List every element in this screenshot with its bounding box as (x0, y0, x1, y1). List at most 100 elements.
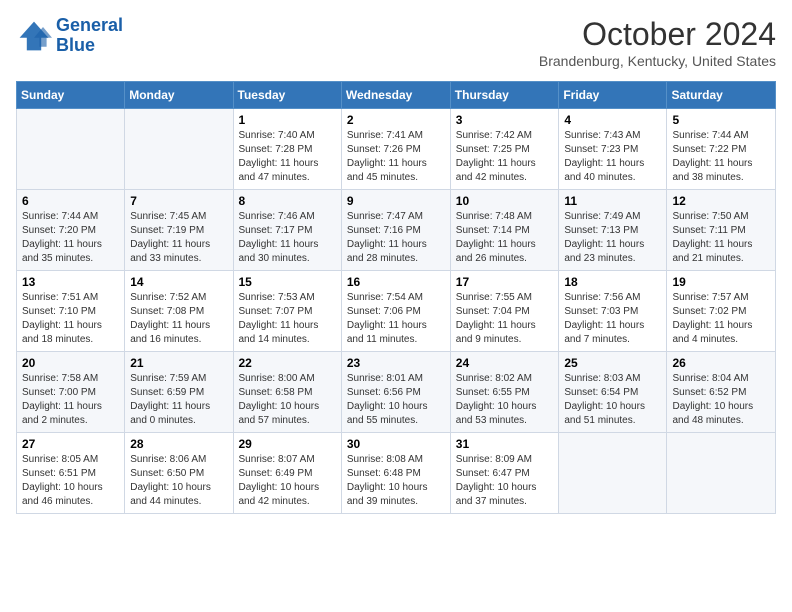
day-detail: Sunrise: 8:06 AM Sunset: 6:50 PM Dayligh… (130, 453, 227, 509)
day-detail: Sunrise: 7:57 AM Sunset: 7:02 PM Dayligh… (672, 291, 770, 347)
day-number: 20 (22, 356, 119, 370)
calendar-cell: 17 Sunrise: 7:55 AM Sunset: 7:04 PM Dayli… (450, 271, 559, 352)
day-detail: Sunrise: 7:55 AM Sunset: 7:04 PM Dayligh… (456, 291, 554, 347)
weekday-header: Tuesday (233, 82, 341, 109)
day-number: 10 (456, 194, 554, 208)
day-number: 5 (672, 113, 770, 127)
day-number: 24 (456, 356, 554, 370)
calendar-week-row: 20 Sunrise: 7:58 AM Sunset: 7:00 PM Dayli… (17, 352, 776, 433)
calendar-cell: 29 Sunrise: 8:07 AM Sunset: 6:49 PM Dayli… (233, 433, 341, 514)
day-number: 7 (130, 194, 227, 208)
calendar-cell: 13 Sunrise: 7:51 AM Sunset: 7:10 PM Dayli… (17, 271, 125, 352)
logo-icon (16, 18, 52, 54)
day-number: 16 (347, 275, 445, 289)
day-detail: Sunrise: 8:09 AM Sunset: 6:47 PM Dayligh… (456, 453, 554, 509)
calendar-week-row: 1 Sunrise: 7:40 AM Sunset: 7:28 PM Daylig… (17, 109, 776, 190)
day-number: 9 (347, 194, 445, 208)
day-detail: Sunrise: 7:45 AM Sunset: 7:19 PM Dayligh… (130, 210, 227, 266)
day-detail: Sunrise: 7:54 AM Sunset: 7:06 PM Dayligh… (347, 291, 445, 347)
day-detail: Sunrise: 7:44 AM Sunset: 7:22 PM Dayligh… (672, 129, 770, 185)
day-number: 31 (456, 437, 554, 451)
day-detail: Sunrise: 7:49 AM Sunset: 7:13 PM Dayligh… (564, 210, 661, 266)
calendar-cell: 31 Sunrise: 8:09 AM Sunset: 6:47 PM Dayli… (450, 433, 559, 514)
calendar-cell (125, 109, 233, 190)
day-number: 11 (564, 194, 661, 208)
day-detail: Sunrise: 7:47 AM Sunset: 7:16 PM Dayligh… (347, 210, 445, 266)
day-detail: Sunrise: 7:48 AM Sunset: 7:14 PM Dayligh… (456, 210, 554, 266)
calendar-cell: 16 Sunrise: 7:54 AM Sunset: 7:06 PM Dayli… (341, 271, 450, 352)
calendar-cell: 6 Sunrise: 7:44 AM Sunset: 7:20 PM Daylig… (17, 190, 125, 271)
calendar-cell: 11 Sunrise: 7:49 AM Sunset: 7:13 PM Dayli… (559, 190, 667, 271)
day-detail: Sunrise: 8:08 AM Sunset: 6:48 PM Dayligh… (347, 453, 445, 509)
day-number: 17 (456, 275, 554, 289)
day-number: 2 (347, 113, 445, 127)
calendar-cell: 3Sunrise: 7:42 AM Sunset: 7:25 PM Daylig… (450, 109, 559, 190)
day-detail: Sunrise: 8:02 AM Sunset: 6:55 PM Dayligh… (456, 372, 554, 428)
weekday-header: Wednesday (341, 82, 450, 109)
day-detail: Sunrise: 7:59 AM Sunset: 6:59 PM Dayligh… (130, 372, 227, 428)
calendar-cell (667, 433, 776, 514)
calendar-cell: 1 Sunrise: 7:40 AM Sunset: 7:28 PM Daylig… (233, 109, 341, 190)
weekday-row: SundayMondayTuesdayWednesdayThursdayFrid… (17, 82, 776, 109)
calendar-cell: 18 Sunrise: 7:56 AM Sunset: 7:03 PM Dayli… (559, 271, 667, 352)
day-detail: Sunrise: 7:46 AM Sunset: 7:17 PM Dayligh… (239, 210, 336, 266)
calendar-week-row: 27 Sunrise: 8:05 AM Sunset: 6:51 PM Dayli… (17, 433, 776, 514)
logo-text: General Blue (56, 16, 123, 56)
day-detail: Sunrise: 7:40 AM Sunset: 7:28 PM Dayligh… (239, 129, 336, 185)
day-detail: Sunrise: 8:05 AM Sunset: 6:51 PM Dayligh… (22, 453, 119, 509)
calendar-week-row: 6 Sunrise: 7:44 AM Sunset: 7:20 PM Daylig… (17, 190, 776, 271)
day-detail: Sunrise: 7:44 AM Sunset: 7:20 PM Dayligh… (22, 210, 119, 266)
day-number: 15 (239, 275, 336, 289)
day-number: 27 (22, 437, 119, 451)
day-number: 29 (239, 437, 336, 451)
calendar-cell: 19 Sunrise: 7:57 AM Sunset: 7:02 PM Dayli… (667, 271, 776, 352)
calendar-cell: 20 Sunrise: 7:58 AM Sunset: 7:00 PM Dayli… (17, 352, 125, 433)
day-detail: Sunrise: 8:00 AM Sunset: 6:58 PM Dayligh… (239, 372, 336, 428)
day-detail: Sunrise: 7:43 AM Sunset: 7:23 PM Dayligh… (564, 129, 661, 185)
calendar-cell: 25Sunrise: 8:03 AM Sunset: 6:54 PM Dayli… (559, 352, 667, 433)
day-detail: Sunrise: 7:58 AM Sunset: 7:00 PM Dayligh… (22, 372, 119, 428)
logo-line1: General (56, 15, 123, 35)
calendar-cell (17, 109, 125, 190)
calendar-cell: 28 Sunrise: 8:06 AM Sunset: 6:50 PM Dayli… (125, 433, 233, 514)
weekday-header: Sunday (17, 82, 125, 109)
day-number: 6 (22, 194, 119, 208)
day-number: 26 (672, 356, 770, 370)
calendar-cell: 10 Sunrise: 7:48 AM Sunset: 7:14 PM Dayli… (450, 190, 559, 271)
calendar-cell: 8 Sunrise: 7:46 AM Sunset: 7:17 PM Daylig… (233, 190, 341, 271)
day-number: 1 (239, 113, 336, 127)
day-number: 28 (130, 437, 227, 451)
logo: General Blue (16, 16, 123, 56)
day-number: 19 (672, 275, 770, 289)
day-number: 21 (130, 356, 227, 370)
calendar-cell: 5 Sunrise: 7:44 AM Sunset: 7:22 PM Daylig… (667, 109, 776, 190)
day-number: 30 (347, 437, 445, 451)
day-detail: Sunrise: 7:41 AM Sunset: 7:26 PM Dayligh… (347, 129, 445, 185)
calendar-cell: 7 Sunrise: 7:45 AM Sunset: 7:19 PM Daylig… (125, 190, 233, 271)
day-detail: Sunrise: 7:50 AM Sunset: 7:11 PM Dayligh… (672, 210, 770, 266)
weekday-header: Thursday (450, 82, 559, 109)
title-block: October 2024 Brandenburg, Kentucky, Unit… (539, 16, 776, 69)
day-number: 8 (239, 194, 336, 208)
day-number: 14 (130, 275, 227, 289)
calendar-cell: 26Sunrise: 8:04 AM Sunset: 6:52 PM Dayli… (667, 352, 776, 433)
calendar-body: 1 Sunrise: 7:40 AM Sunset: 7:28 PM Daylig… (17, 109, 776, 514)
calendar-cell: 27 Sunrise: 8:05 AM Sunset: 6:51 PM Dayli… (17, 433, 125, 514)
day-number: 3 (456, 113, 554, 127)
page-header: General Blue October 2024 Brandenburg, K… (16, 16, 776, 69)
day-detail: Sunrise: 8:07 AM Sunset: 6:49 PM Dayligh… (239, 453, 336, 509)
calendar-cell: 4 Sunrise: 7:43 AM Sunset: 7:23 PM Daylig… (559, 109, 667, 190)
day-detail: Sunrise: 7:51 AM Sunset: 7:10 PM Dayligh… (22, 291, 119, 347)
day-number: 23 (347, 356, 445, 370)
calendar-cell: 15Sunrise: 7:53 AM Sunset: 7:07 PM Dayli… (233, 271, 341, 352)
day-number: 13 (22, 275, 119, 289)
calendar-cell: 21 Sunrise: 7:59 AM Sunset: 6:59 PM Dayli… (125, 352, 233, 433)
day-number: 4 (564, 113, 661, 127)
month-title: October 2024 (539, 16, 776, 53)
day-detail: Sunrise: 8:01 AM Sunset: 6:56 PM Dayligh… (347, 372, 445, 428)
weekday-header: Monday (125, 82, 233, 109)
calendar-header: SundayMondayTuesdayWednesdayThursdayFrid… (17, 82, 776, 109)
day-detail: Sunrise: 7:56 AM Sunset: 7:03 PM Dayligh… (564, 291, 661, 347)
day-number: 18 (564, 275, 661, 289)
calendar-cell: 9 Sunrise: 7:47 AM Sunset: 7:16 PM Daylig… (341, 190, 450, 271)
